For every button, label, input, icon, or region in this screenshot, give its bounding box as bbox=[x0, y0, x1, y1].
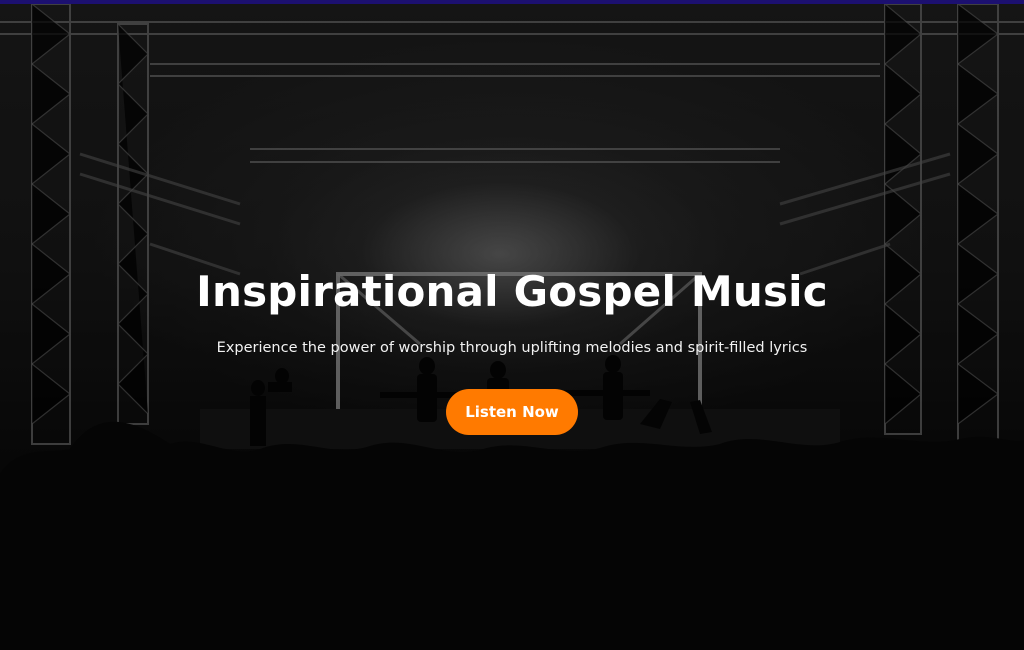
hero-section: Inspirational Gospel Music Experience th… bbox=[0, 4, 1024, 650]
hero-subtitle: Experience the power of worship through … bbox=[216, 340, 808, 356]
hero-title: Inspirational Gospel Music bbox=[196, 267, 828, 316]
hero-content: Inspirational Gospel Music Experience th… bbox=[0, 262, 1024, 435]
page: Inspirational Gospel Music Experience th… bbox=[0, 0, 1024, 650]
listen-now-button[interactable]: Listen Now bbox=[446, 389, 578, 435]
